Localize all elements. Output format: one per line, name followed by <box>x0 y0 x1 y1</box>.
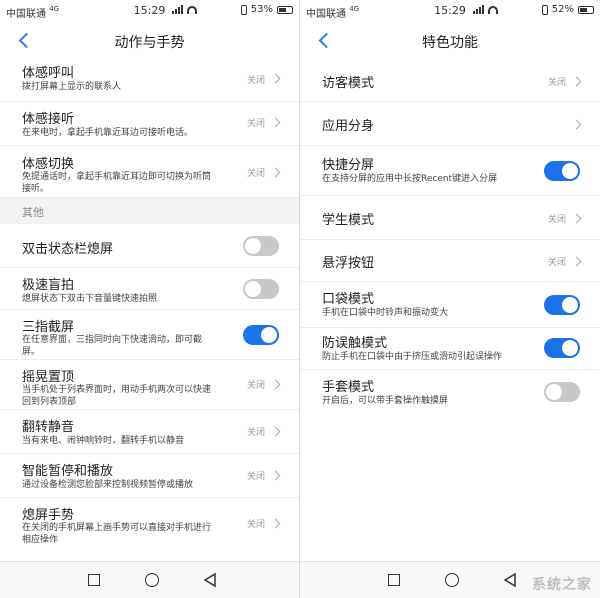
status-label: 关闭 <box>547 258 566 268</box>
chevron-right-icon <box>270 167 281 178</box>
list-item[interactable]: 防误触模式 防止手机在口袋中由于挤压或滑动引起误操作 <box>300 328 600 370</box>
back-triangle-icon[interactable] <box>500 570 520 590</box>
list-item[interactable]: 手套模式 开启后，可以带手套操作触摸屏 <box>300 370 600 414</box>
chevron-right-icon <box>270 379 281 390</box>
chevron-right-icon <box>571 119 582 130</box>
list-item[interactable]: 三指截屏 在任意界面，三指同时向下快速滑动，即可截 屏。 <box>0 310 299 360</box>
wifi-icon <box>487 5 498 14</box>
status-label: 关闭 <box>246 119 265 129</box>
status-bar: 中国联通 4G 15:29 53% <box>0 0 299 22</box>
toggle-switch[interactable] <box>544 161 580 181</box>
list-item[interactable]: 快捷分屏 在支持分屏的应用中长按Recent键进入分屏 <box>300 146 600 196</box>
chevron-right-icon <box>571 213 582 224</box>
list-item[interactable]: 体感切换 免提通话时，拿起手机靠近耳边即可切换为听筒 接听。 关闭 <box>0 146 299 198</box>
right-screen: 中国联通 4G 15:29 52% 特色功能 访客模式 关闭 应用分身 快捷分屏… <box>300 0 600 598</box>
list-item[interactable]: 口袋模式 手机在口袋中时铃声和振动变大 <box>300 282 600 328</box>
list-item[interactable]: 智能暂停和播放 通过设备检测您脸部来控制视频暂停或播放 关闭 <box>0 454 299 498</box>
chevron-right-icon <box>270 117 281 128</box>
chevron-right-icon <box>270 73 281 84</box>
list-item[interactable]: 访客模式 关闭 <box>300 60 600 102</box>
home-icon[interactable] <box>442 570 462 590</box>
toggle-switch[interactable] <box>544 382 580 402</box>
toggle-switch[interactable] <box>544 295 580 315</box>
toggle-switch[interactable] <box>544 338 580 358</box>
list-item[interactable]: 悬浮按钮 关闭 <box>300 240 600 282</box>
status-label: 关闭 <box>246 472 265 482</box>
status-label: 关闭 <box>547 78 566 88</box>
list-item[interactable]: 应用分身 <box>300 102 600 146</box>
recent-apps-icon[interactable] <box>384 570 404 590</box>
list-item[interactable]: 学生模式 关闭 <box>300 196 600 240</box>
list-item[interactable]: 极速盲拍 熄屏状态下双击下音量键快速拍照 <box>0 268 299 310</box>
page-title: 特色功能 <box>422 35 478 51</box>
list-item[interactable]: 双击状态栏熄屏 <box>0 224 299 268</box>
recent-apps-icon[interactable] <box>84 570 104 590</box>
status-label: 关闭 <box>246 169 265 179</box>
status-bar: 中国联通 4G 15:29 52% <box>300 0 600 22</box>
toggle-switch[interactable] <box>243 325 279 345</box>
chevron-right-icon <box>571 256 582 267</box>
chevron-right-icon <box>270 426 281 437</box>
left-screen: 中国联通 4G 15:29 53% 动作与手势 体感呼叫 拨打屏幕上显示的联系人… <box>0 0 299 598</box>
vibrate-icon <box>240 4 247 15</box>
home-icon[interactable] <box>142 570 162 590</box>
status-label: 关闭 <box>246 381 265 391</box>
status-label: 关闭 <box>246 428 265 438</box>
wifi-icon <box>186 5 197 14</box>
watermark-logo: 系统之家 <box>532 577 592 593</box>
list-item[interactable]: 摇晃置顶 当手机处于列表界面时，用动手机两次可以快速 回到列表顶部 关闭 <box>0 360 299 410</box>
navigation-bar <box>0 561 299 598</box>
status-label: 关闭 <box>246 520 265 530</box>
back-triangle-icon[interactable] <box>200 570 220 590</box>
title-bar: 特色功能 <box>300 22 600 60</box>
title-bar: 动作与手势 <box>0 22 299 60</box>
settings-list: 访客模式 关闭 应用分身 快捷分屏 在支持分屏的应用中长按Recent键进入分屏… <box>300 60 600 414</box>
chevron-right-icon <box>571 76 582 87</box>
settings-list: 体感呼叫 拨打屏幕上显示的联系人 关闭 体感接听 在来电时，拿起手机靠近耳边可接… <box>0 60 299 550</box>
list-item[interactable]: 体感呼叫 拨打屏幕上显示的联系人 关闭 <box>0 60 299 102</box>
list-item[interactable]: 体感接听 在来电时，拿起手机靠近耳边可接听电话。 关闭 <box>0 102 299 146</box>
status-label: 关闭 <box>547 215 566 225</box>
toggle-switch[interactable] <box>243 279 279 299</box>
signal-icon <box>171 5 183 14</box>
toggle-switch[interactable] <box>243 236 279 256</box>
page-title: 动作与手势 <box>114 35 185 51</box>
battery-icon <box>578 5 594 14</box>
battery-percent: 52% <box>551 4 574 15</box>
chevron-right-icon <box>270 518 281 529</box>
chevron-right-icon <box>270 470 281 481</box>
battery-percent: 53% <box>250 4 273 15</box>
status-label: 关闭 <box>246 76 265 86</box>
vibrate-icon <box>541 4 548 15</box>
list-item[interactable]: 熄屏手势 在关闭的手机屏幕上画手势可以直接对手机进行 相应操作 关闭 <box>0 498 299 550</box>
battery-icon <box>277 5 293 14</box>
signal-icon <box>472 5 484 14</box>
list-item[interactable]: 翻转静音 当有来电、闹钟响铃时，翻转手机以静音 关闭 <box>0 410 299 454</box>
section-header: 其他 <box>0 198 299 224</box>
